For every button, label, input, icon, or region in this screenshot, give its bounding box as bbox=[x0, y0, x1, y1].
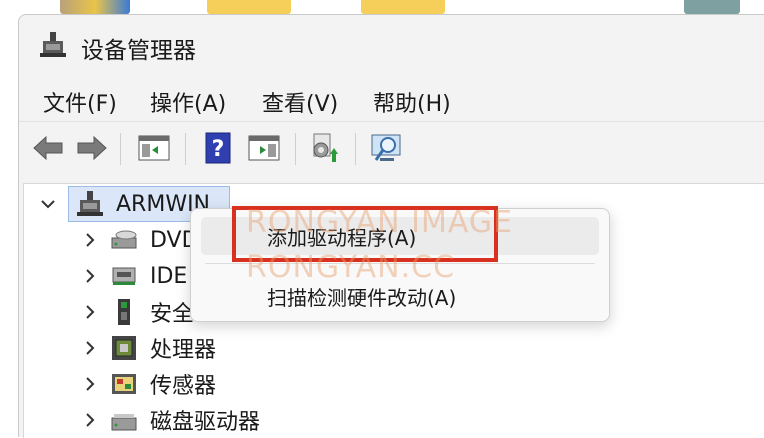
tree-item-disk-drive[interactable]: 磁盘驱动器 bbox=[110, 404, 260, 436]
chevron-right-icon[interactable] bbox=[82, 232, 98, 248]
update-driver-button[interactable] bbox=[307, 131, 341, 165]
toolbar-separator bbox=[185, 133, 186, 165]
toolbar-separator bbox=[295, 133, 296, 165]
desktop-image-icon[interactable] bbox=[684, 0, 740, 14]
sensor-icon bbox=[112, 374, 136, 394]
tree-item-label: 安全 bbox=[150, 302, 195, 327]
menu-action[interactable]: 操作(A) bbox=[150, 86, 226, 118]
scan-hardware-icon bbox=[371, 134, 401, 161]
chevron-down-icon[interactable] bbox=[40, 196, 56, 212]
svg-text:?: ? bbox=[212, 137, 225, 162]
forward-icon bbox=[77, 135, 107, 161]
toolbar-separator bbox=[120, 133, 121, 165]
watermark-text: RONGYAN.CC bbox=[246, 250, 456, 285]
tree-item-label: 传感器 bbox=[150, 374, 217, 399]
menu-help[interactable]: 帮助(H) bbox=[373, 86, 451, 118]
processor-icon bbox=[112, 336, 136, 360]
desktop-folder-icon[interactable] bbox=[207, 0, 291, 14]
tree-item-security[interactable]: 安全 bbox=[110, 296, 194, 328]
show-pane-icon bbox=[248, 135, 280, 161]
device-manager-icon bbox=[40, 32, 66, 57]
menu-file[interactable]: 文件(F) bbox=[43, 86, 117, 118]
tree-item-label: 磁盘驱动器 bbox=[150, 410, 261, 435]
tree-item-processor[interactable]: 处理器 bbox=[110, 332, 216, 364]
help-icon: ? bbox=[205, 132, 231, 164]
help-button[interactable]: ? bbox=[201, 131, 235, 165]
dvd-drive-icon bbox=[111, 230, 137, 249]
menu-item-label: 扫描检测硬件改动(A) bbox=[267, 285, 457, 310]
tree-item-dvd[interactable]: DVD bbox=[110, 224, 199, 256]
properties-pane-button[interactable] bbox=[137, 131, 171, 165]
tree-item-label: IDE bbox=[150, 263, 188, 289]
properties-pane-icon bbox=[138, 135, 170, 161]
window-title: 设备管理器 bbox=[81, 38, 196, 64]
toolbar-separator bbox=[355, 133, 356, 165]
back-button[interactable] bbox=[31, 131, 65, 165]
watermark-text: RONGYAN IMAGE bbox=[246, 205, 514, 240]
menu-separator bbox=[19, 121, 764, 122]
computer-icon bbox=[77, 191, 103, 216]
disk-drive-icon bbox=[111, 414, 137, 431]
back-icon bbox=[33, 135, 63, 161]
toolbar: ? bbox=[19, 123, 764, 173]
chevron-right-icon[interactable] bbox=[82, 376, 98, 392]
chevron-right-icon[interactable] bbox=[82, 304, 98, 320]
desktop-background bbox=[0, 0, 764, 14]
update-driver-icon bbox=[313, 133, 338, 162]
show-pane-button[interactable] bbox=[247, 131, 281, 165]
tree-item-label: 处理器 bbox=[150, 338, 217, 363]
security-device-icon bbox=[118, 299, 130, 325]
scan-hardware-button[interactable] bbox=[371, 131, 405, 165]
desktop-folder-icon[interactable] bbox=[361, 0, 445, 14]
chevron-right-icon[interactable] bbox=[82, 340, 98, 356]
tree-item-sensor[interactable]: 传感器 bbox=[110, 368, 216, 400]
forward-button[interactable] bbox=[75, 131, 109, 165]
desktop-icon[interactable] bbox=[60, 0, 130, 14]
chevron-right-icon[interactable] bbox=[82, 268, 98, 284]
chevron-right-icon[interactable] bbox=[82, 412, 98, 428]
tree-item-ide[interactable]: IDE bbox=[110, 260, 187, 292]
menu-bar: 文件(F) 操作(A) 查看(V) 帮助(H) bbox=[19, 77, 764, 121]
ide-controller-icon bbox=[112, 267, 136, 285]
title-bar: 设备管理器 bbox=[19, 15, 764, 75]
menu-view[interactable]: 查看(V) bbox=[262, 86, 338, 118]
